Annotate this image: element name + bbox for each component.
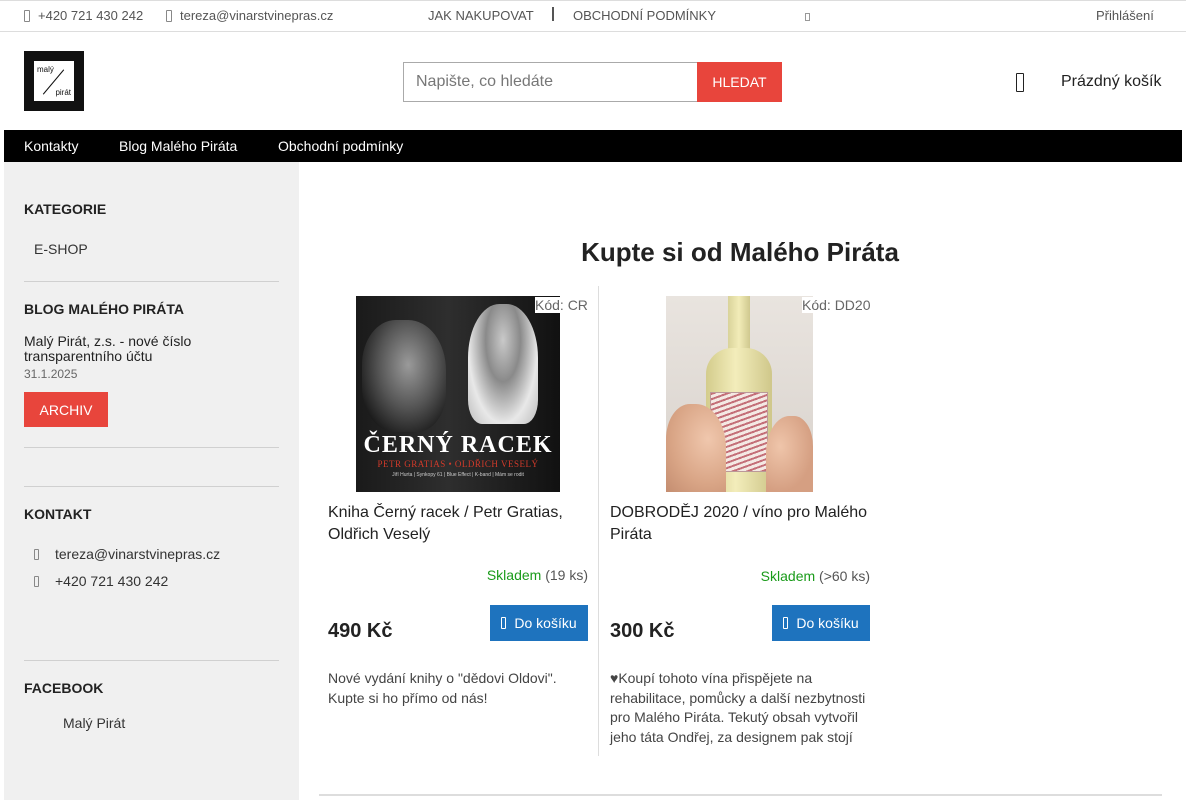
hand <box>666 404 726 492</box>
book-cover-fine-print: Jiří Hurta | Synkopy 61 | Blue Effect | … <box>392 472 524 478</box>
contact-email-text: tereza@vinarstvinepras.cz <box>55 546 221 562</box>
contact-email-link[interactable]: tereza@vinarstvinepras.cz <box>34 546 220 562</box>
product-name[interactable]: DOBRODĚJ 2020 / víno pro Malého Piráta <box>610 502 875 546</box>
logo-inner: malý pirát <box>34 61 74 101</box>
product-price: 300 Kč <box>610 620 675 642</box>
contact-phone-text: +420 721 430 242 <box>55 573 169 589</box>
page-title: Kupte si od Malého Piráta <box>581 237 899 267</box>
product-image[interactable]: ČERNÝ RACEK PETR GRATIAS • OLDŘICH VESEL… <box>356 296 560 492</box>
page: +420 721 430 242 tereza@vinarstvinepras.… <box>0 0 1200 800</box>
cart-icon <box>783 617 789 629</box>
product-stock: Skladem (>60 ks) <box>761 568 870 584</box>
stock-count: (>60 ks) <box>819 568 870 584</box>
add-to-cart-button[interactable]: Do košíku <box>490 605 588 641</box>
contact-phone-link[interactable]: +420 721 430 242 <box>34 573 168 589</box>
add-to-cart-label: Do košíku <box>796 615 859 631</box>
sidebar: KATEGORIE E-SHOP BLOG MALÉHO PIRÁTA Malý… <box>4 162 299 800</box>
nav-item-kontakty[interactable]: Kontakty <box>24 138 78 154</box>
main-nav: Kontakty Blog Malého Piráta Obchodní pod… <box>4 130 1182 162</box>
product-name[interactable]: Kniha Černý racek / Petr Gratias, Oldřic… <box>328 502 593 546</box>
product-card: ČERNÝ RACEK PETR GRATIAS • OLDŘICH VESEL… <box>328 286 598 756</box>
search-input[interactable] <box>403 62 697 102</box>
category-item-eshop[interactable]: E-SHOP <box>34 241 88 257</box>
top-phone-text: +420 721 430 242 <box>38 8 144 23</box>
blog-post-title[interactable]: Malý Pirát, z.s. - nové číslo transparen… <box>24 334 224 364</box>
product-description: ♥Koupí tohoto vína přispějete na rehabil… <box>610 670 866 745</box>
nav-item-obchodni-podminky[interactable]: Obchodní podmínky <box>278 138 403 154</box>
stock-status: Skladem <box>486 567 542 583</box>
sidebar-divider <box>24 447 279 448</box>
sidebar-divider <box>24 660 279 661</box>
product-image[interactable] <box>666 296 813 492</box>
blog-heading: BLOG MALÉHO PIRÁTA <box>24 301 184 317</box>
email-icon <box>34 548 39 560</box>
book-cover-title: ČERNÝ RACEK <box>363 432 553 458</box>
sidebar-divider <box>24 486 279 487</box>
add-to-cart-label: Do košíku <box>514 615 577 631</box>
top-email-link[interactable]: tereza@vinarstvinepras.cz <box>166 8 333 23</box>
blog-post-date: 31.1.2025 <box>24 367 78 381</box>
product-card: Kód: DD20 DOBRODĚJ 2020 / víno pro Maléh… <box>610 286 880 756</box>
top-email-text: tereza@vinarstvinepras.cz <box>180 8 334 23</box>
top-phone-link[interactable]: +420 721 430 242 <box>24 8 143 23</box>
more-icon[interactable] <box>805 13 810 21</box>
facebook-heading: FACEBOOK <box>24 680 104 696</box>
stock-status: Skladem <box>760 568 816 584</box>
book-portrait <box>468 304 538 424</box>
book-portrait <box>362 320 446 432</box>
product-code: Kód: CR <box>535 297 588 313</box>
logo-text-line1: malý <box>37 65 54 74</box>
archive-button[interactable]: ARCHIV <box>24 392 108 427</box>
product-stock: Skladem (19 ks) <box>487 567 588 583</box>
facebook-page-link[interactable]: Malý Pirát <box>63 715 125 731</box>
bottle-neck <box>728 296 750 356</box>
cart-label[interactable]: Prázdný košík <box>1061 73 1161 91</box>
cart-icon[interactable] <box>1016 73 1024 92</box>
top-bar: +420 721 430 242 tereza@vinarstvinepras.… <box>0 0 1186 32</box>
hand <box>766 416 813 492</box>
nav-item-blog[interactable]: Blog Malého Piráta <box>119 138 237 154</box>
stock-count: (19 ks) <box>545 567 588 583</box>
sidebar-divider <box>24 281 279 282</box>
product-code: Kód: DD20 <box>802 297 871 313</box>
contact-heading: KONTAKT <box>24 506 92 522</box>
section-bottom-divider <box>319 794 1162 796</box>
cart-icon <box>501 617 507 629</box>
product-column-divider <box>598 286 599 756</box>
search-button[interactable]: HLEDAT <box>697 62 782 102</box>
logo-text-line2: pirát <box>55 88 71 97</box>
phone-icon <box>24 9 30 22</box>
top-separator <box>552 7 554 21</box>
categories-heading: KATEGORIE <box>24 201 107 217</box>
book-cover-subtitle: PETR GRATIAS • OLDŘICH VESELÝ <box>377 459 539 469</box>
email-icon <box>166 9 172 22</box>
add-to-cart-button[interactable]: Do košíku <box>772 605 870 641</box>
site-logo[interactable]: malý pirát <box>24 51 84 111</box>
link-obchodni-podminky[interactable]: OBCHODNÍ PODMÍNKY <box>573 8 716 23</box>
product-price: 490 Kč <box>328 620 393 642</box>
login-link[interactable]: Přihlášení <box>1096 8 1154 23</box>
phone-icon <box>34 575 39 587</box>
link-jak-nakupovat[interactable]: JAK NAKUPOVAT <box>428 8 534 23</box>
product-description: Nové vydání knihy o "dědovi Oldovi". Kup… <box>328 670 557 706</box>
